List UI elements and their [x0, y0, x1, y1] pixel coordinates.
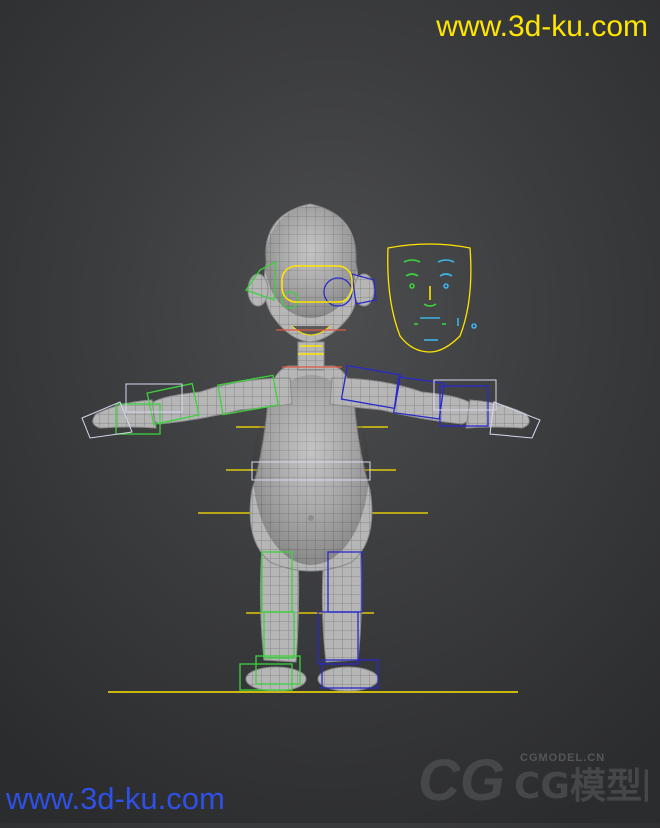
left-ear: [247, 273, 269, 307]
viewport-3d[interactable]: [0, 0, 660, 823]
cgmodel-logo: CG CG模型网: [418, 748, 648, 812]
right-hand: [465, 399, 530, 429]
svg-text:CG: CG: [418, 748, 505, 812]
watermark-bottom: www.3d-ku.com: [6, 781, 225, 816]
character-mesh[interactable]: [92, 203, 530, 692]
cgmodel-logo-sub: CGMODEL.CN: [520, 752, 606, 764]
scene-svg: [81, 203, 541, 693]
left-foot: [245, 666, 307, 692]
cgmodel-logo-main: CG模型网: [514, 766, 648, 807]
watermark-top: www.3d-ku.com: [436, 10, 648, 43]
facial-control-panel[interactable]: [387, 243, 477, 353]
